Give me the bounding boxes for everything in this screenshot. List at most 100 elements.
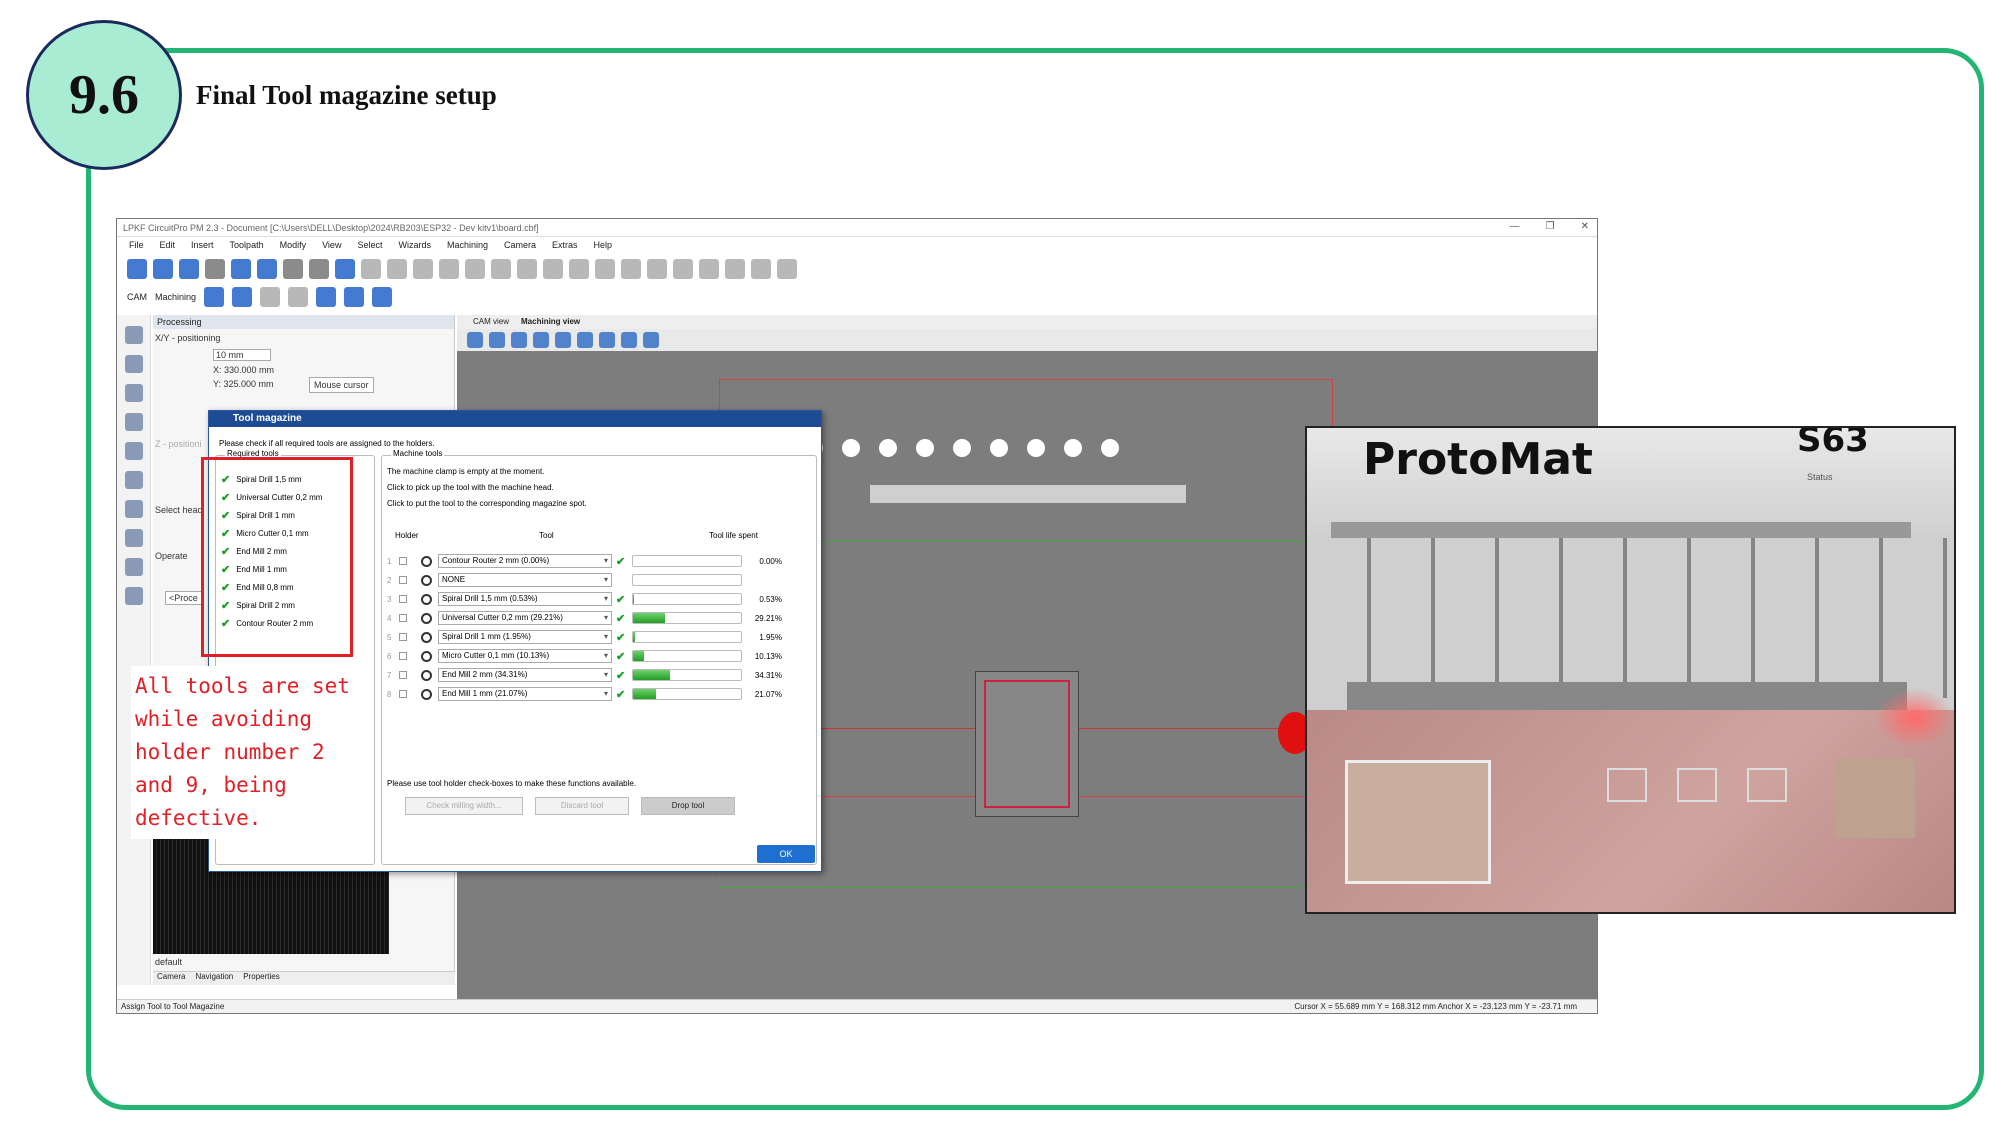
camera-icon[interactable] bbox=[316, 287, 337, 307]
minimize-icon[interactable]: — bbox=[1510, 221, 1520, 232]
select-icon[interactable] bbox=[467, 332, 483, 348]
zoom-out-icon[interactable] bbox=[577, 332, 593, 348]
cut-icon[interactable] bbox=[205, 259, 225, 279]
fiducial-icon[interactable] bbox=[777, 259, 797, 279]
new-document-icon[interactable] bbox=[127, 259, 147, 279]
process-select[interactable]: <Proce bbox=[165, 591, 202, 605]
route-icon[interactable] bbox=[643, 332, 659, 348]
holder-checkbox[interactable] bbox=[399, 652, 407, 660]
tool-select[interactable]: Spiral Drill 1 mm (1.95%) bbox=[438, 630, 612, 644]
holder-checkbox[interactable] bbox=[399, 595, 407, 603]
tab-machining-view[interactable]: Machining view bbox=[521, 315, 580, 329]
drop-tool-button[interactable]: Drop tool bbox=[641, 797, 735, 815]
holder-checkbox[interactable] bbox=[399, 671, 407, 679]
mouse-cursor-button[interactable]: Mouse cursor bbox=[309, 377, 374, 393]
print-preview-icon[interactable] bbox=[283, 259, 303, 279]
menu-wizards[interactable]: Wizards bbox=[398, 240, 431, 250]
height-icon[interactable] bbox=[344, 287, 365, 307]
process-icon[interactable] bbox=[372, 287, 393, 307]
tool-select[interactable]: End Mill 1 mm (21.07%) bbox=[438, 687, 612, 701]
tool-select[interactable]: NONE bbox=[438, 573, 612, 587]
pick-tool-icon[interactable] bbox=[421, 574, 432, 586]
tool-select[interactable]: Micro Cutter 0,1 mm (10.13%) bbox=[438, 649, 612, 663]
pan-icon[interactable] bbox=[599, 332, 615, 348]
redo-icon[interactable] bbox=[361, 259, 381, 279]
tab-properties[interactable]: Properties bbox=[243, 972, 279, 985]
save-icon[interactable] bbox=[179, 259, 199, 279]
tool-select[interactable]: Contour Router 2 mm (0.00%) bbox=[438, 554, 612, 568]
menu-machining[interactable]: Machining bbox=[447, 240, 488, 250]
star-icon[interactable] bbox=[124, 500, 143, 518]
cam-mode[interactable]: CAM bbox=[127, 292, 147, 302]
copy-icon[interactable] bbox=[231, 259, 251, 279]
pick-tool-icon[interactable] bbox=[421, 669, 432, 681]
pick-tool-icon[interactable] bbox=[421, 555, 432, 567]
text-icon[interactable] bbox=[124, 529, 143, 547]
ellipse-icon[interactable] bbox=[595, 259, 615, 279]
machine-settings-icon[interactable] bbox=[204, 287, 225, 307]
tool-magazine-icon[interactable] bbox=[232, 287, 253, 307]
tab-cam-view[interactable]: CAM view bbox=[473, 315, 509, 329]
maximize-icon[interactable]: ❐ bbox=[1546, 221, 1555, 232]
menu-file[interactable]: File bbox=[129, 240, 144, 250]
holder-checkbox[interactable] bbox=[399, 614, 407, 622]
fill-icon[interactable] bbox=[124, 587, 143, 605]
pcb-layout[interactable] bbox=[975, 671, 1079, 817]
discard-tool-button[interactable]: Discard tool bbox=[535, 797, 629, 815]
group-icon[interactable] bbox=[543, 259, 563, 279]
menu-modify[interactable]: Modify bbox=[280, 240, 307, 250]
scale-icon[interactable] bbox=[751, 259, 771, 279]
zoom-in-icon[interactable] bbox=[555, 332, 571, 348]
pick-tool-icon[interactable] bbox=[421, 612, 432, 624]
rectangle-icon[interactable] bbox=[124, 413, 143, 431]
machining-mode[interactable]: Machining bbox=[155, 292, 196, 302]
circle-tool-icon[interactable] bbox=[124, 442, 143, 460]
tool-select[interactable]: End Mill 2 mm (34.31%) bbox=[438, 668, 612, 682]
menu-toolpath[interactable]: Toolpath bbox=[230, 240, 264, 250]
pick-tool-icon[interactable] bbox=[421, 650, 432, 662]
fiducial-mode-icon[interactable] bbox=[288, 287, 309, 307]
tab-navigation[interactable]: Navigation bbox=[195, 972, 233, 985]
menu-view[interactable]: View bbox=[322, 240, 341, 250]
delete-icon[interactable] bbox=[387, 259, 407, 279]
menu-edit[interactable]: Edit bbox=[160, 240, 176, 250]
holder-checkbox[interactable] bbox=[399, 633, 407, 641]
refresh-icon[interactable] bbox=[621, 332, 637, 348]
menu-camera[interactable]: Camera bbox=[504, 240, 536, 250]
print-icon[interactable] bbox=[309, 259, 329, 279]
pick-tool-icon[interactable] bbox=[421, 688, 432, 700]
polygon-icon[interactable] bbox=[124, 355, 143, 373]
polyline-icon[interactable] bbox=[124, 326, 143, 344]
ok-button[interactable]: OK bbox=[757, 845, 815, 863]
ring-icon[interactable] bbox=[124, 471, 143, 489]
pointer-icon[interactable] bbox=[489, 332, 505, 348]
menu-help[interactable]: Help bbox=[594, 240, 613, 250]
arc-icon[interactable] bbox=[621, 259, 641, 279]
align-icon[interactable] bbox=[517, 259, 537, 279]
holder-checkbox[interactable] bbox=[399, 690, 407, 698]
zoom-fit-icon[interactable] bbox=[511, 332, 527, 348]
menu-select[interactable]: Select bbox=[357, 240, 382, 250]
check-milling-width-button[interactable]: Check milling width... bbox=[405, 797, 523, 815]
open-folder-icon[interactable] bbox=[153, 259, 173, 279]
tool-select[interactable]: Universal Cutter 0,2 mm (29.21%) bbox=[438, 611, 612, 625]
measure-icon[interactable] bbox=[647, 259, 667, 279]
zoom-window-icon[interactable] bbox=[533, 332, 549, 348]
undo-icon[interactable] bbox=[335, 259, 355, 279]
shape-icon[interactable] bbox=[124, 384, 143, 402]
contour-icon[interactable] bbox=[491, 259, 511, 279]
rubout-icon[interactable] bbox=[465, 259, 485, 279]
move-icon[interactable] bbox=[673, 259, 693, 279]
step-field[interactable]: 10 mm bbox=[213, 349, 271, 361]
toolpath-icon[interactable] bbox=[413, 259, 433, 279]
rotate-icon[interactable] bbox=[699, 259, 719, 279]
circle-icon[interactable] bbox=[569, 259, 589, 279]
holder-checkbox[interactable] bbox=[399, 576, 407, 584]
crosshair-icon[interactable] bbox=[124, 558, 143, 576]
pick-tool-icon[interactable] bbox=[421, 631, 432, 643]
pick-tool-icon[interactable] bbox=[421, 593, 432, 605]
menu-extras[interactable]: Extras bbox=[552, 240, 578, 250]
insulate-icon[interactable] bbox=[439, 259, 459, 279]
mirror-icon[interactable] bbox=[725, 259, 745, 279]
material-icon[interactable] bbox=[260, 287, 281, 307]
